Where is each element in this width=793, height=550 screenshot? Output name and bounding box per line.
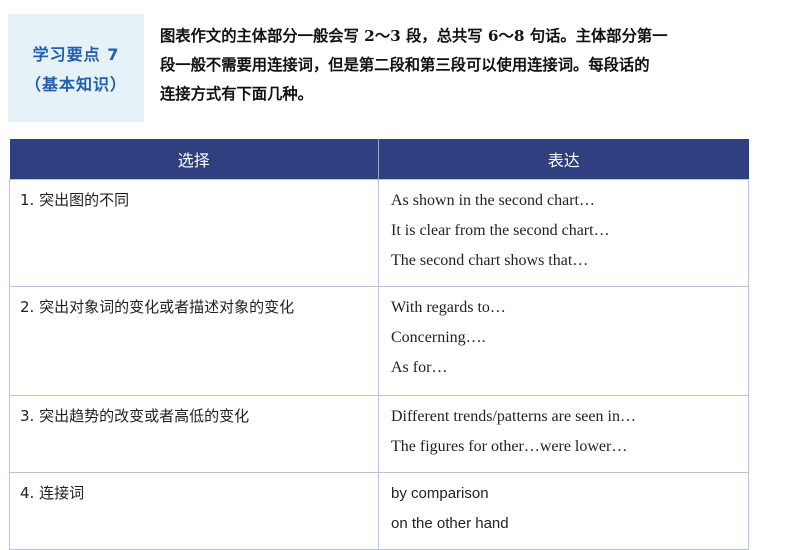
- expression-line: The figures for other…were lower…: [391, 438, 628, 455]
- expression-cell: Different trends/patterns are seen in… T…: [378, 395, 749, 473]
- intro-line: 图表作文的主体部分一般会写 2～3 段，总共写 6～8 句话。主体部分第一: [160, 27, 668, 45]
- expression-line: by comparison: [391, 485, 489, 502]
- intro-line: 段一般不需要用连接词，但是第二段和第三段可以使用连接词。每段话的: [160, 56, 650, 74]
- expression-line: Concerning….: [391, 329, 486, 346]
- choice-cell: 3. 突出趋势的改变或者高低的变化: [9, 395, 379, 473]
- expression-line: As shown in the second chart…: [391, 192, 595, 209]
- choice-cell: 1. 突出图的不同: [9, 179, 379, 287]
- intro-paragraph: 图表作文的主体部分一般会写 2～3 段，总共写 6～8 句话。主体部分第一 段一…: [160, 22, 788, 109]
- table-row: 2. 突出对象词的变化或者描述对象的变化 With regards to… Co…: [9, 286, 749, 396]
- header-expression: 表达: [378, 139, 749, 180]
- expression-line: As for…: [391, 359, 448, 376]
- table-row: 1. 突出图的不同 As shown in the second chart… …: [9, 179, 749, 287]
- expression-line: It is clear from the second chart…: [391, 222, 610, 239]
- expression-line: The second chart shows that…: [391, 252, 589, 269]
- choice-cell: 4. 连接词: [9, 472, 379, 550]
- expressions-table: 选择 表达 1. 突出图的不同 As shown in the second c…: [9, 139, 749, 550]
- header-choice: 选择: [9, 139, 379, 180]
- table-row: 4. 连接词 by comparison on the other hand: [9, 472, 749, 550]
- expression-line: Different trends/patterns are seen in…: [391, 408, 636, 425]
- expression-cell: With regards to… Concerning…. As for…: [378, 286, 749, 396]
- choice-cell: 2. 突出对象词的变化或者描述对象的变化: [9, 286, 379, 396]
- table-row: 3. 突出趋势的改变或者高低的变化 Different trends/patte…: [9, 395, 749, 473]
- learning-point-badge: 学习要点 7 （基本知识）: [8, 14, 144, 122]
- badge-subtitle: （基本知识）: [24, 75, 127, 94]
- expression-cell: by comparison on the other hand: [378, 472, 749, 550]
- expression-cell: As shown in the second chart… It is clea…: [378, 179, 749, 287]
- table-header-row: 选择 表达: [9, 139, 749, 180]
- expression-line: on the other hand: [391, 515, 509, 532]
- badge-title: 学习要点 7: [32, 45, 120, 64]
- expression-line: With regards to…: [391, 299, 506, 316]
- intro-line: 连接方式有下面几种。: [160, 85, 313, 103]
